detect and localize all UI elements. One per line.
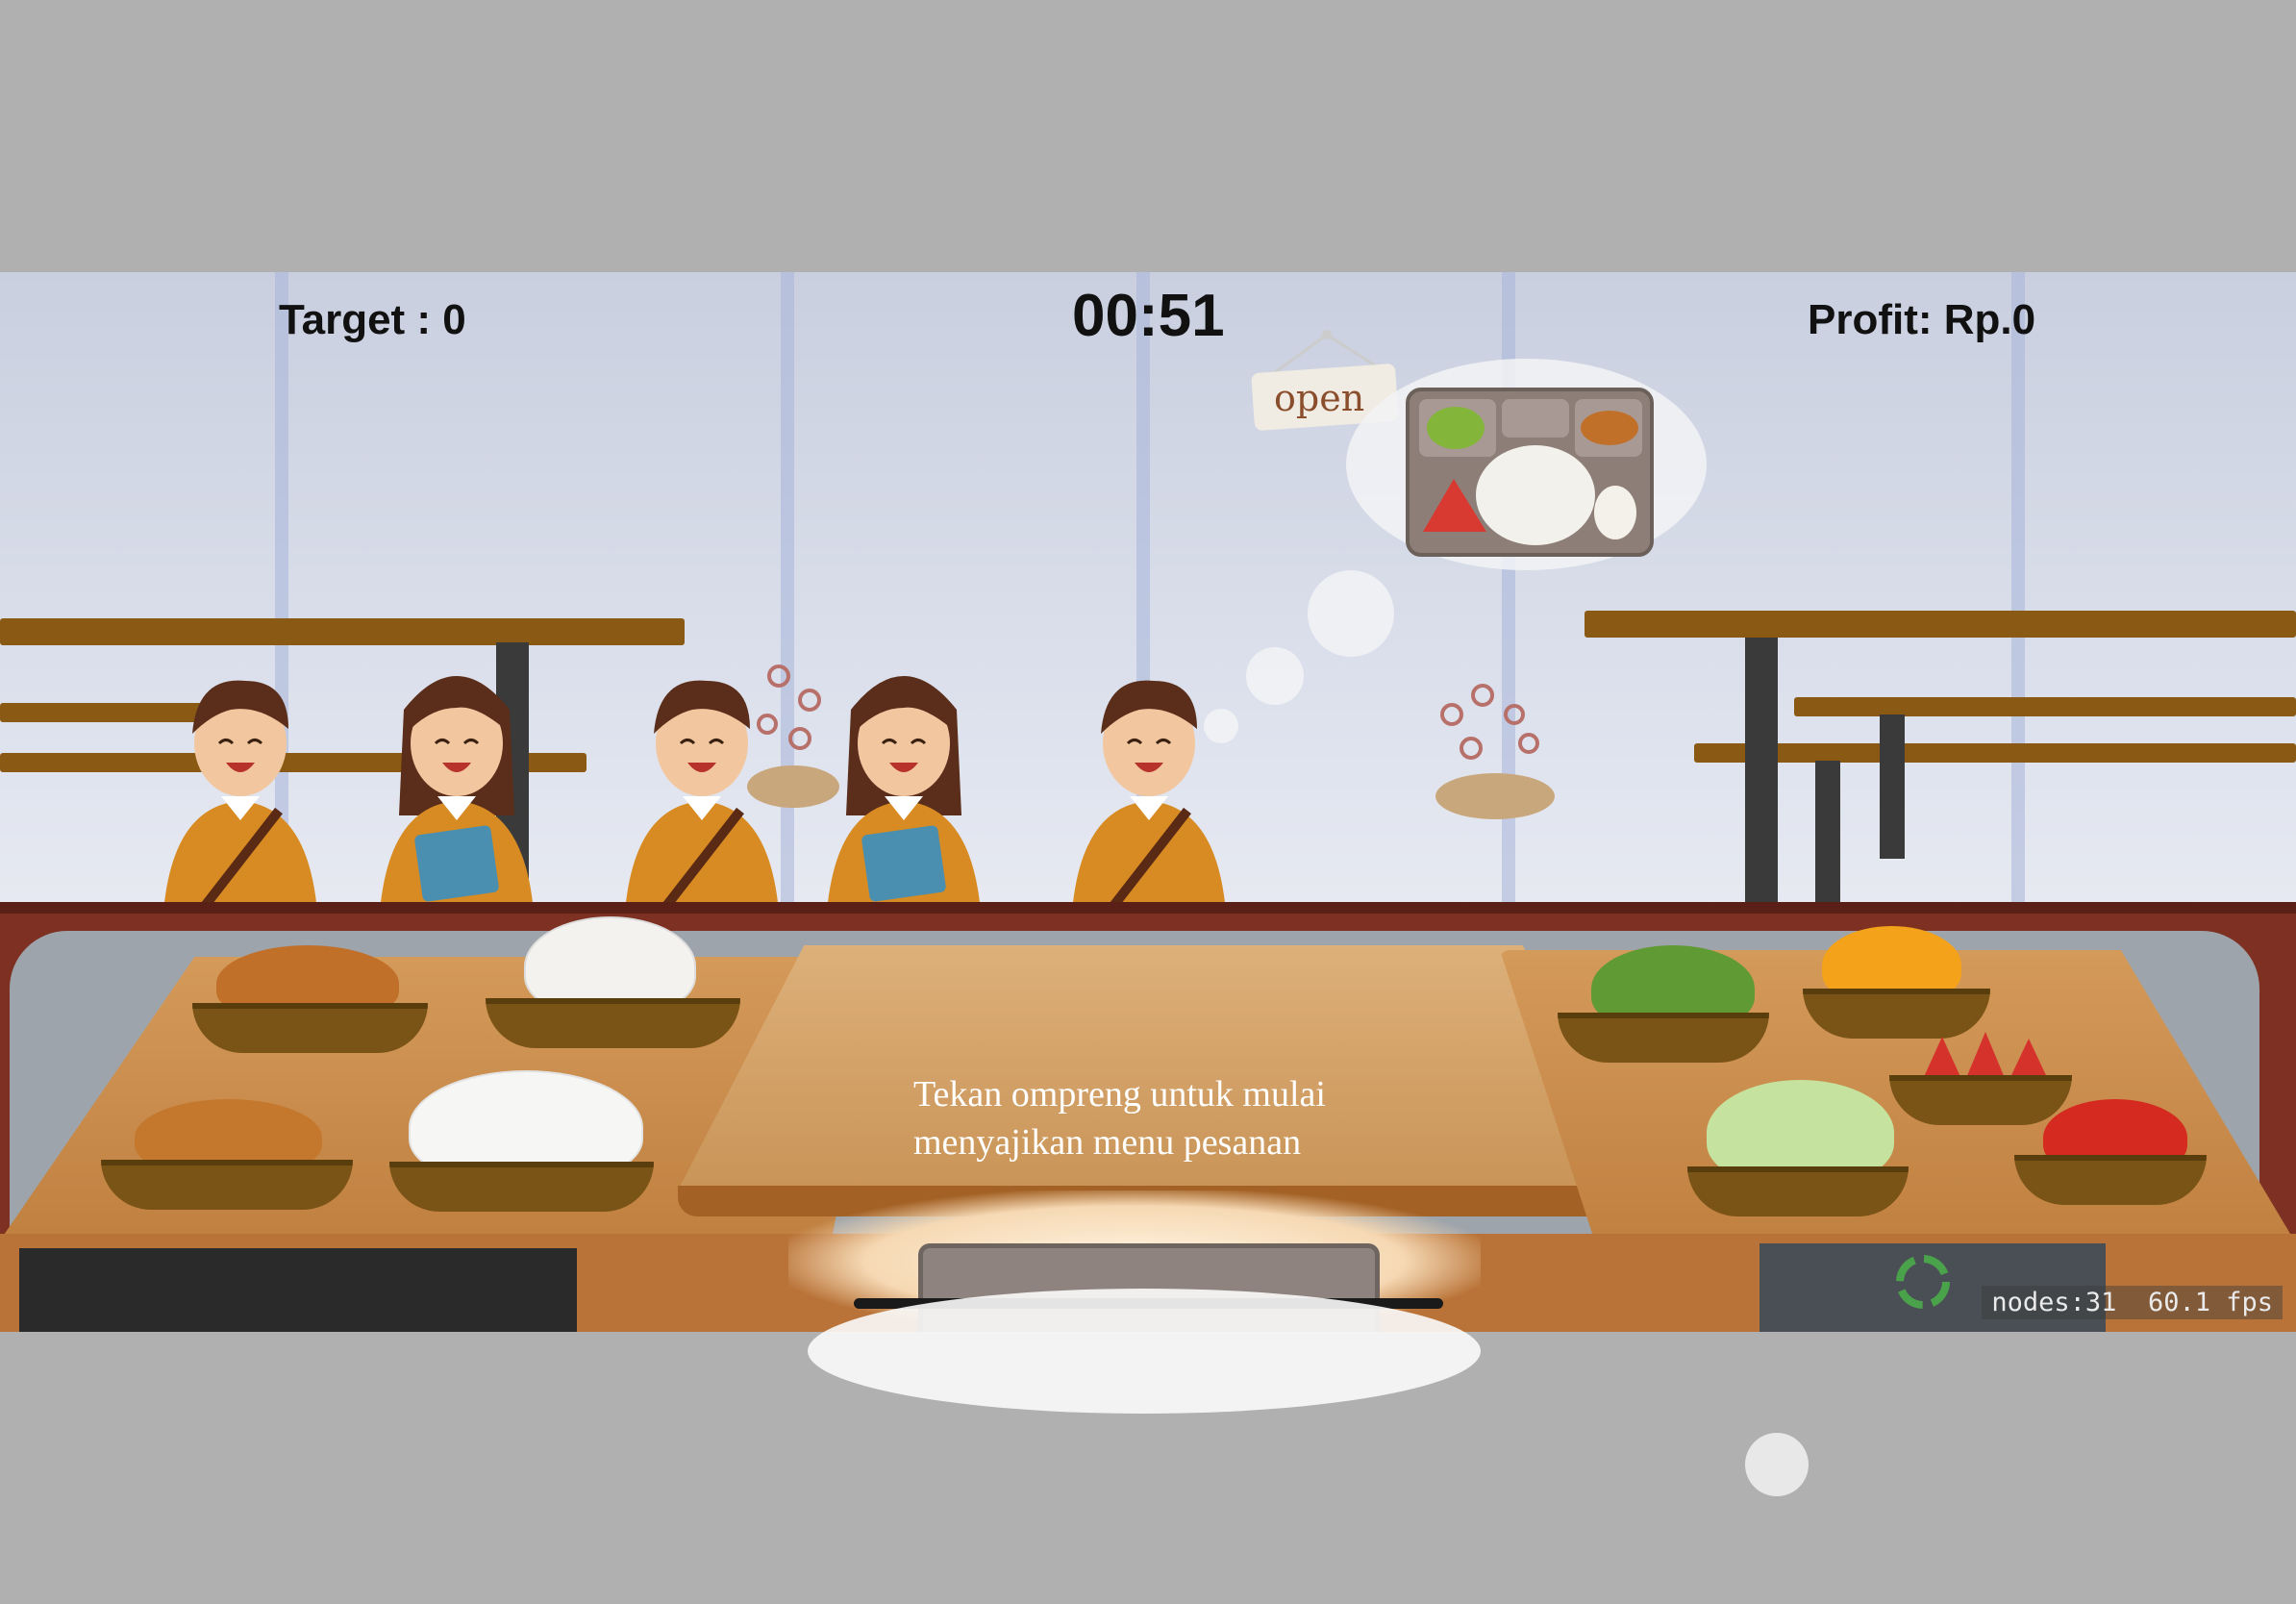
cafeteria-table [0, 618, 685, 645]
bubble-dot [1308, 570, 1394, 657]
broccoli-basket[interactable] [1558, 1013, 1769, 1063]
egg-icon [1594, 486, 1636, 539]
tray-stack-area [19, 1248, 577, 1332]
node-count: nodes:31 [1991, 1288, 2117, 1317]
rice-icon [1476, 445, 1595, 545]
fried-tofu-basket[interactable] [101, 1160, 353, 1210]
fried-chicken-basket[interactable] [192, 1003, 428, 1053]
instruction-line-1: Tekan ompreng untuk mulai [913, 1074, 1326, 1115]
instruction-text: Tekan ompreng untuk mulai menyajikan men… [913, 1070, 1413, 1166]
flower-pot [1435, 684, 1555, 819]
eggs-basket[interactable] [486, 998, 740, 1048]
timer: 00:51 [1072, 283, 1225, 349]
table-leg [1745, 638, 1778, 902]
instruction-line-2: menyajikan menu pesanan [913, 1122, 1302, 1163]
table-leg [1815, 761, 1840, 905]
student-boy[interactable] [606, 652, 798, 912]
bench [1794, 697, 2296, 716]
counter-edge [0, 902, 2296, 914]
recycle-icon [1896, 1255, 1950, 1309]
watermelon-basket[interactable] [1889, 1075, 2072, 1125]
window-frame [2011, 272, 2025, 907]
game-scene: Target : 0 00:51 Profit: Rp.0 open [0, 272, 2296, 1332]
student-girl[interactable] [808, 652, 1000, 912]
student-boy[interactable] [1053, 652, 1245, 912]
lettuce-basket[interactable] [1687, 1166, 1909, 1216]
fps-counter: 60.1 fps [2147, 1288, 2273, 1317]
cafeteria-table [1585, 611, 2296, 638]
student-girl[interactable] [361, 652, 553, 912]
student-boy[interactable] [144, 652, 337, 912]
order-tray [1406, 388, 1654, 557]
bubble-dot [1246, 647, 1304, 705]
rice-basket[interactable] [389, 1162, 654, 1212]
bubble-dot [1745, 1433, 1809, 1496]
fried-chicken-icon [1581, 411, 1638, 445]
table-leg [1880, 714, 1905, 859]
lettuce-icon [1427, 407, 1485, 449]
profit-label: Profit: Rp.0 [1808, 296, 2036, 343]
cloud [808, 1289, 1481, 1414]
debug-overlay: nodes:31 60.1 fps [1982, 1286, 2283, 1319]
tomatoes-basket[interactable] [2014, 1155, 2207, 1205]
target-label: Target : 0 [279, 296, 466, 343]
open-sign-text: open [1274, 377, 1364, 419]
bench [1694, 743, 2296, 763]
